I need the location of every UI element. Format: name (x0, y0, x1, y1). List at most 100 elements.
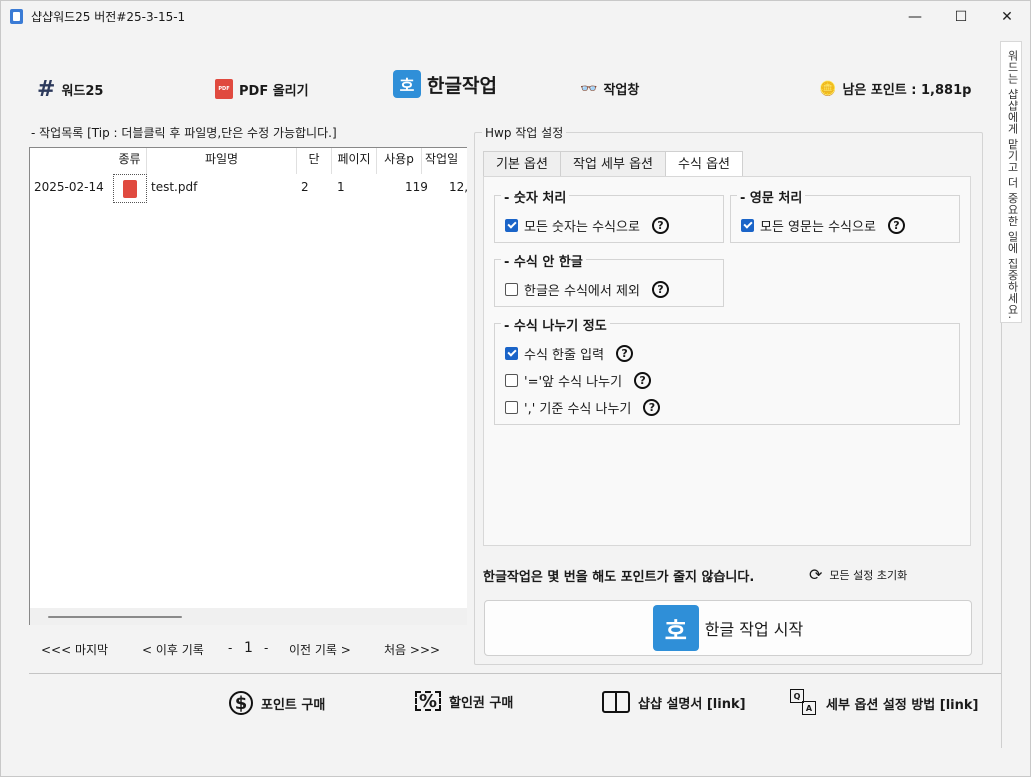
pdf-file-icon[interactable] (113, 174, 147, 203)
coupon-icon: % (415, 691, 441, 712)
split-equal-label: '='앞 수식 나누기 (524, 375, 623, 390)
formula-split-group: - 수식 나누기 정도 수식 한줄 입력 ? '='앞 수식 나누기 ? ','… (494, 315, 960, 425)
split-equal-checkbox[interactable] (505, 374, 518, 387)
english-checkbox[interactable] (741, 219, 754, 232)
title-bar: 샵샵워드25 버전#25-3-15-1 — ☐ ✕ (1, 1, 1030, 32)
buy-coupon-label: 할인권 구매 (449, 695, 514, 711)
english-option-label: 모든 영문는 수식으로 (760, 220, 876, 235)
row-pages: 1 (337, 180, 345, 194)
a-box: A (802, 701, 816, 715)
pager-current-page: 1 (244, 640, 253, 656)
buy-coupon-button[interactable]: % 할인권 구매 (415, 691, 514, 712)
pager-prev[interactable]: 이전 기록 > (289, 641, 351, 658)
english-group-title: - 영문 처리 (737, 187, 806, 206)
glasses-icon: 👓 (580, 80, 598, 97)
side-slogan-text: 워드는 샵샵에게 맡기고 더 중요한 일에 집중하세요. (1006, 50, 1019, 320)
side-divider (1001, 323, 1002, 748)
col-filename[interactable]: 파일명 (147, 148, 297, 174)
table-body (113, 148, 467, 608)
pager-dash-right: - (264, 641, 269, 655)
dollar-icon: $ (229, 691, 253, 715)
number-option-label: 모든 숫자는 수식으로 (524, 220, 640, 235)
help-icon[interactable]: ? (634, 372, 652, 389)
number-checkbox[interactable] (505, 219, 518, 232)
help-icon[interactable]: ? (651, 281, 669, 298)
tab-formula[interactable]: 수식 옵션 (665, 151, 743, 177)
tab-detail[interactable]: 작업 세부 옵션 (559, 151, 667, 177)
manual-link[interactable]: 샵샵 설명서 [link] (602, 691, 746, 713)
options-help-label: 세부 옵션 설정 방법 [link] (826, 697, 979, 713)
pager-next[interactable]: < 이후 기록 (142, 641, 204, 658)
top-navigation: # 워드25 PDF PDF 올리기 호 한글작업 👓 작업창 🪙 남은 포인트… (1, 61, 1001, 117)
row-workdate: 12, (449, 180, 469, 194)
table-row[interactable]: 2025-02-14 test.pdf 2 1 119 12, (30, 174, 469, 202)
split-option-equal[interactable]: '='앞 수식 나누기 ? (505, 371, 652, 390)
window-title: 샵샵워드25 버전#25-3-15-1 (31, 10, 186, 24)
split-comma-label: ',' 기준 수식 나누기 (524, 402, 632, 417)
refresh-icon: ⟳ (809, 565, 823, 584)
english-group: - 영문 처리 모든 영문는 수식으로 ? (730, 187, 960, 243)
book-icon (602, 691, 630, 713)
side-slogan-tab[interactable]: 워드는 샵샵에게 맡기고 더 중요한 일에 집중하세요. (1000, 41, 1022, 323)
hangul-icon: 호 (652, 605, 699, 651)
split-oneline-label: 수식 한줄 입력 (524, 348, 605, 363)
app-icon (10, 9, 23, 24)
bottom-divider (29, 673, 1001, 674)
row-filename[interactable]: test.pdf (151, 180, 197, 194)
start-hangul-work-button[interactable]: 호 한글 작업 시작 (484, 600, 972, 656)
points-notice: 한글작업은 몇 번을 해도 포인트가 줄지 않습니다. (483, 570, 755, 585)
reset-settings-label: 모든 설정 초기화 (829, 568, 908, 582)
maximize-button[interactable]: ☐ (938, 1, 984, 32)
help-icon[interactable]: ? (887, 217, 905, 234)
help-icon[interactable]: ? (643, 399, 661, 416)
col-dan[interactable]: 단 (297, 148, 332, 174)
close-button[interactable]: ✕ (984, 1, 1030, 32)
app-window: 샵샵워드25 버전#25-3-15-1 — ☐ ✕ # 워드25 PDF PDF… (0, 0, 1031, 777)
col-workdate[interactable]: 작업일 (422, 148, 467, 174)
nav-hangul-work-label: 한글작업 (427, 74, 497, 97)
formula-split-title: - 수식 나누기 정도 (501, 315, 610, 334)
scrollbar-thumb[interactable] (48, 616, 182, 618)
english-option[interactable]: 모든 영문는 수식으로 ? (741, 216, 905, 235)
number-group: - 숫자 처리 모든 숫자는 수식으로 ? (494, 187, 724, 243)
buy-points-button[interactable]: $ 포인트 구매 (229, 691, 325, 715)
split-option-comma[interactable]: ',' 기준 수식 나누기 ? (505, 398, 661, 417)
help-icon[interactable]: ? (651, 217, 669, 234)
split-option-oneline[interactable]: 수식 한줄 입력 ? (505, 344, 634, 363)
nav-hangul-work[interactable]: 호 한글작업 (393, 70, 497, 98)
nav-word25-label: 워드25 (61, 84, 104, 99)
remaining-points: 🪙 남은 포인트 : 1,881p (819, 79, 972, 99)
hangul-in-formula-title: - 수식 안 한글 (501, 251, 586, 270)
row-used: 119 (405, 180, 428, 194)
split-oneline-checkbox[interactable] (505, 347, 518, 360)
hangul-in-formula-label: 한글은 수식에서 제외 (524, 284, 640, 299)
number-option[interactable]: 모든 숫자는 수식으로 ? (505, 216, 669, 235)
hangul-in-formula-group: - 수식 안 한글 한글은 수식에서 제외 ? (494, 251, 724, 307)
hangul-icon: 호 (393, 70, 421, 98)
remaining-points-label: 남은 포인트 : 1,881p (842, 83, 972, 98)
help-icon[interactable]: ? (616, 345, 634, 362)
horizontal-scrollbar[interactable] (30, 608, 467, 625)
row-dan[interactable]: 2 (301, 180, 309, 194)
hwp-settings-title: Hwp 작업 설정 (482, 124, 567, 141)
nav-pdf-upload[interactable]: PDF PDF 올리기 (215, 79, 309, 99)
col-type[interactable]: 종류 (113, 148, 147, 174)
worklist-table[interactable]: 종류 파일명 단 페이지 사용p 작업일 2025-02-14 test.pdf… (29, 147, 469, 625)
split-comma-checkbox[interactable] (505, 401, 518, 414)
col-pages[interactable]: 페이지 (332, 148, 377, 174)
hangul-in-formula-checkbox[interactable] (505, 283, 518, 296)
options-help-link[interactable]: Q A 세부 옵션 설정 방법 [link] (790, 689, 978, 717)
tab-basic[interactable]: 기본 옵션 (483, 151, 561, 177)
pager-first[interactable]: 처음 >>> (384, 641, 440, 658)
worklist-title: - 작업목록 [Tip : 더블클릭 후 파일명,단은 수정 가능합니다.] (31, 126, 337, 140)
manual-label: 샵샵 설명서 [link] (638, 696, 746, 712)
nav-workspace[interactable]: 👓 작업창 (580, 79, 639, 99)
nav-word25[interactable]: # 워드25 (37, 77, 103, 102)
hangul-in-formula-option[interactable]: 한글은 수식에서 제외 ? (505, 280, 669, 299)
pager-last[interactable]: <<< 마지막 (41, 641, 108, 658)
coins-icon: 🪙 (819, 80, 837, 97)
col-used[interactable]: 사용p (377, 148, 422, 174)
reset-settings-button[interactable]: ⟳ 모든 설정 초기화 (809, 565, 907, 584)
table-header: 종류 파일명 단 페이지 사용p 작업일 (113, 148, 467, 174)
minimize-button[interactable]: — (892, 1, 938, 32)
